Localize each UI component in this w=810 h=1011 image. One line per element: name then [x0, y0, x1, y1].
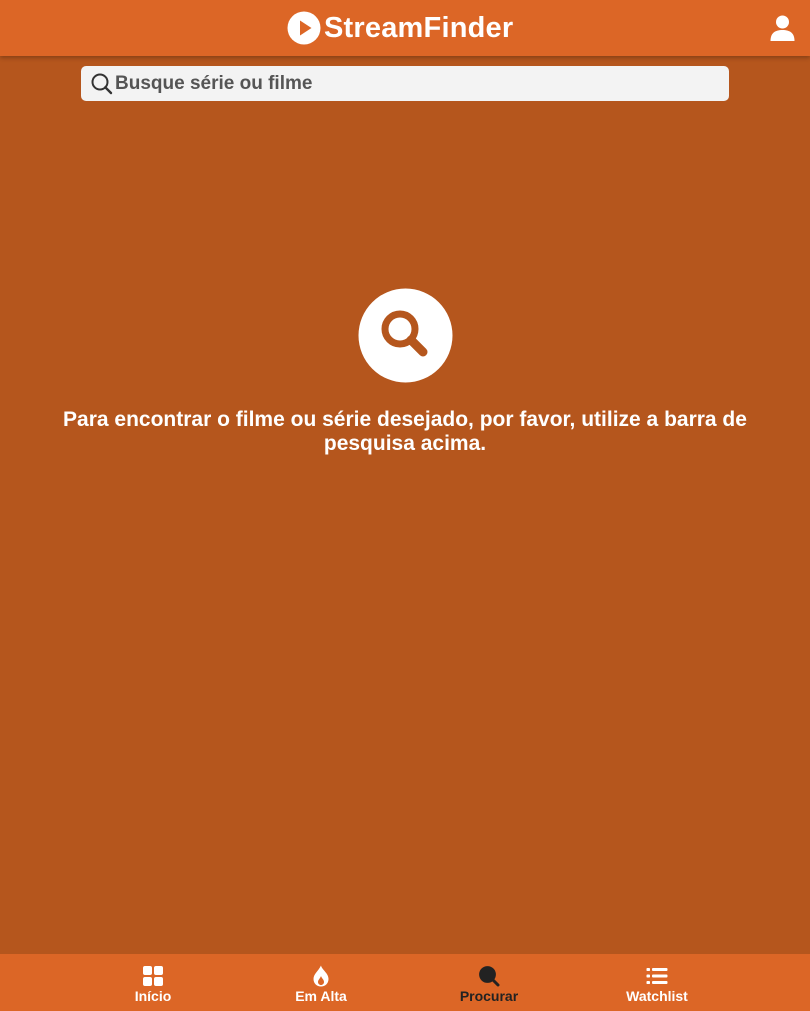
search-bar [81, 66, 729, 101]
nav-item-inicio[interactable]: Início [69, 954, 237, 1011]
search-icon [90, 72, 114, 96]
play-circle-icon [287, 11, 321, 45]
bottom-nav: Início Em Alta Procurar Watchlist [0, 954, 810, 1011]
search-icon [478, 965, 500, 987]
user-profile-button[interactable] [767, 12, 797, 44]
user-icon [770, 15, 794, 41]
app-name: StreamFinder [324, 11, 514, 44]
app-header: StreamFinder [0, 0, 810, 56]
list-icon [646, 965, 668, 987]
nav-item-watchlist[interactable]: Watchlist [573, 954, 741, 1011]
empty-state-message: Para encontrar o filme ou série desejado… [63, 408, 747, 455]
nav-item-procurar[interactable]: Procurar [405, 954, 573, 1011]
grid-icon [142, 965, 164, 987]
nav-label-procurar: Procurar [459, 988, 519, 1004]
nav-label-watchlist: Watchlist [626, 988, 688, 1004]
fire-icon [310, 965, 332, 987]
brand-logo[interactable]: StreamFinder [287, 11, 513, 45]
search-circle-icon [358, 288, 453, 383]
nav-label-inicio: Início [134, 988, 172, 1004]
nav-item-em-alta[interactable]: Em Alta [237, 954, 405, 1011]
nav-label-em-alta: Em Alta [295, 988, 347, 1004]
search-input[interactable] [115, 68, 715, 99]
